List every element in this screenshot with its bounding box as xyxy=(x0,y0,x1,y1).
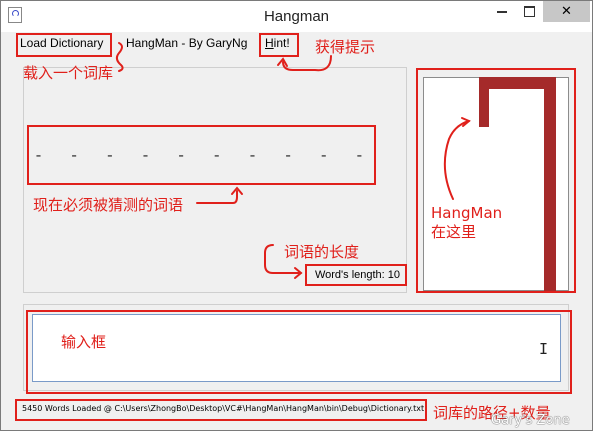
watermark: Gary's Zone xyxy=(491,413,570,428)
annotation-arrows xyxy=(115,42,471,279)
arrow-hangman xyxy=(443,120,470,200)
hangman-window: Hangman ✕ Load Dictionary HangMan - By G… xyxy=(0,0,593,431)
arrow-hint xyxy=(282,55,332,72)
arrow-load xyxy=(115,42,124,72)
arrow-word xyxy=(196,190,238,204)
